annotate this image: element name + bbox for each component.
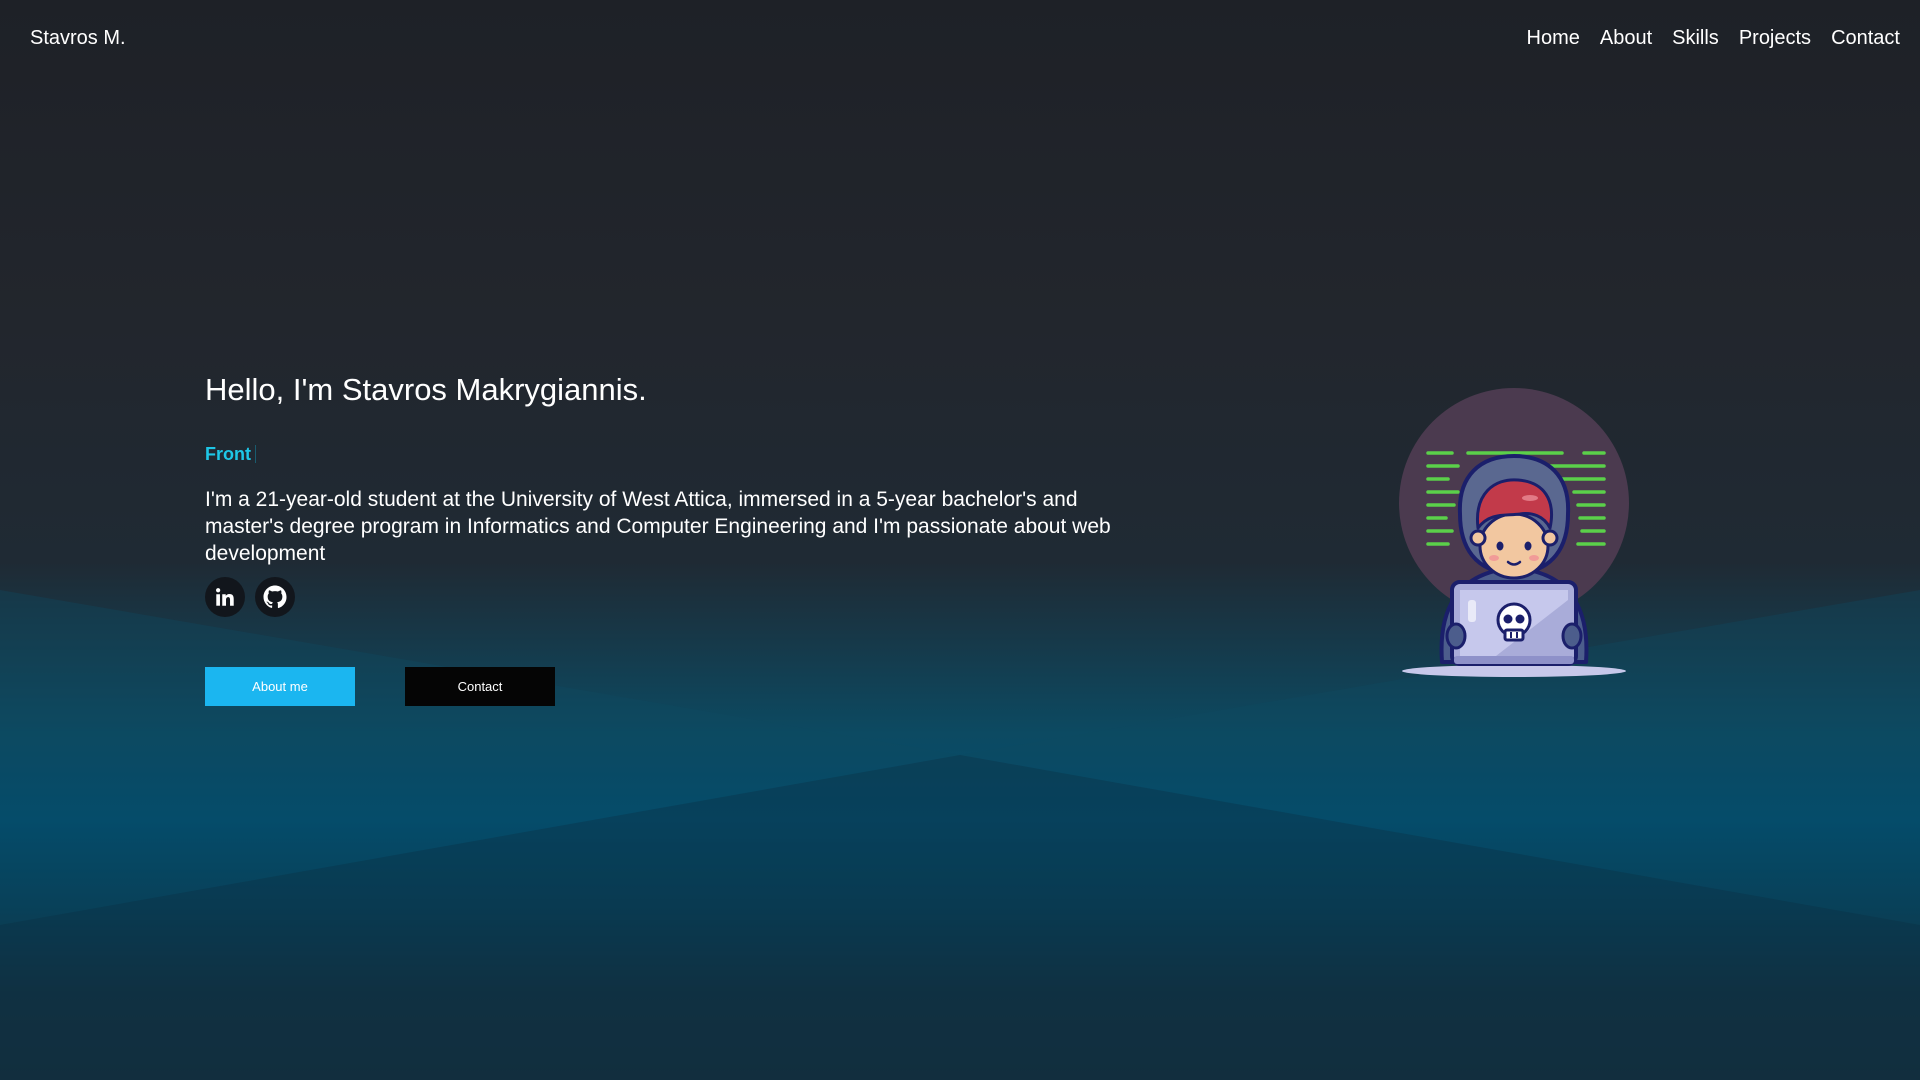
brand-logo[interactable]: Stavros M. [30,27,126,50]
nav-projects[interactable]: Projects [1739,27,1811,50]
social-links [205,577,295,617]
nav-about[interactable]: About [1600,27,1652,50]
typed-role-text: Front [205,444,251,464]
hacker-illustration [1399,388,1629,677]
page: Stavros M. Home About Skills Projects Co… [0,0,1920,1080]
nav-home[interactable]: Home [1527,27,1580,50]
hero-title: Hello, I'm Stavros Makrygiannis. [205,372,647,407]
github-icon [263,585,287,609]
hero-description: I'm a 21-year-old student at the Univers… [205,488,1111,565]
about-me-button[interactable]: About me [205,667,355,706]
linkedin-link[interactable] [205,577,245,617]
contact-button[interactable]: Contact [405,667,555,706]
github-link[interactable] [255,577,295,617]
nav-links: Home About Skills Projects Contact [1527,27,1900,50]
nav-skills[interactable]: Skills [1672,27,1719,50]
navbar: Stavros M. Home About Skills Projects Co… [0,0,1920,80]
nav-contact[interactable]: Contact [1831,27,1900,50]
linkedin-icon [216,588,234,606]
typing-cursor [254,445,256,463]
typed-role: Front [205,444,256,465]
